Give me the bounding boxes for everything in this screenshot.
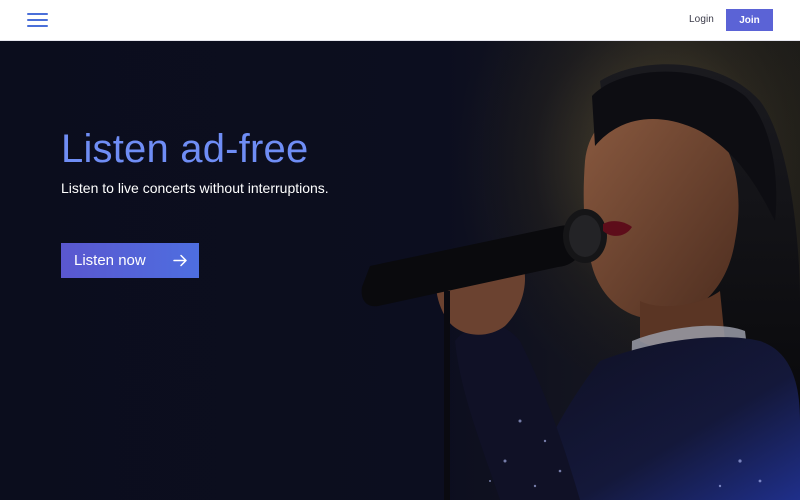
login-link[interactable]: Login	[689, 14, 714, 25]
hero-title: Listen ad-free	[61, 127, 309, 171]
top-navigation-bar: Login Join	[0, 0, 800, 41]
join-button[interactable]: Join	[726, 9, 773, 31]
hero-section: Listen ad-free Listen to live concerts w…	[0, 41, 800, 500]
hamburger-menu-icon[interactable]	[27, 13, 49, 28]
listen-now-label: Listen now	[74, 252, 146, 269]
hero-subtitle: Listen to live concerts without interrup…	[61, 180, 329, 196]
arrow-right-icon	[173, 254, 187, 267]
listen-now-button[interactable]: Listen now	[61, 243, 199, 278]
